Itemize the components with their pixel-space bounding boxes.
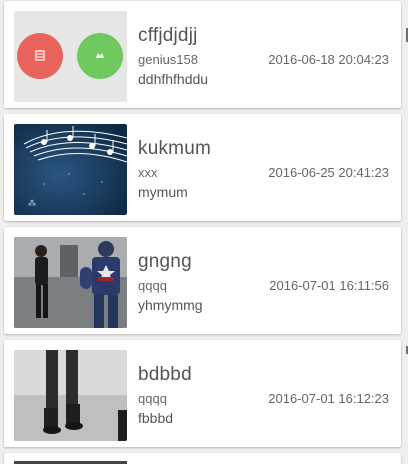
thumbnail-placeholder [14, 11, 127, 102]
thumbnail-heroes-image [14, 237, 127, 328]
item-description: mymum [138, 184, 188, 200]
item-user: genius158 [138, 52, 198, 67]
item-description: yhmymmg [138, 297, 203, 313]
red-circle-icon [17, 33, 63, 79]
item-time: 2016-06-18 20:04:23 [268, 52, 389, 67]
list-item[interactable]: cffjdjdjj genius158 ddhfhfhddu 2016-06-1… [4, 1, 401, 108]
item-description: fbbbd [138, 410, 174, 426]
list-item[interactable]: ⁂ kukmum xxx mymum 2016-06-25 20:41:23 [4, 114, 401, 221]
item-time: 2016-07-01 16:12:23 [268, 391, 389, 406]
item-title: cffjdjdjj [138, 25, 198, 46]
item-title: kukmum [138, 138, 211, 159]
list-item[interactable]: gngng qqqq yhmymmg 2016-07-01 16:11:56 [4, 227, 401, 334]
item-time: 2016-06-25 20:41:23 [268, 165, 389, 180]
item-user: xxx [138, 165, 158, 180]
item-time: 2016-07-01 16:11:56 [269, 278, 389, 293]
item-user: qqqq [138, 391, 167, 406]
item-title: gngng [138, 251, 192, 272]
thumbnail-music-image: ⁂ [14, 124, 127, 215]
item-description: ddhfhfhddu [138, 71, 209, 87]
list-item[interactable]: bdbbd qqqq fbbbd 2016-07-01 16:12:23 [4, 340, 401, 447]
item-user: qqqq [138, 278, 167, 293]
item-title: bdbbd [138, 364, 192, 385]
feed-list: cffjdjdjj genius158 ddhfhfhddu 2016-06-1… [0, 0, 408, 464]
thumbnail-legs-image [14, 350, 127, 441]
svg-text:⁂: ⁂ [28, 198, 36, 208]
